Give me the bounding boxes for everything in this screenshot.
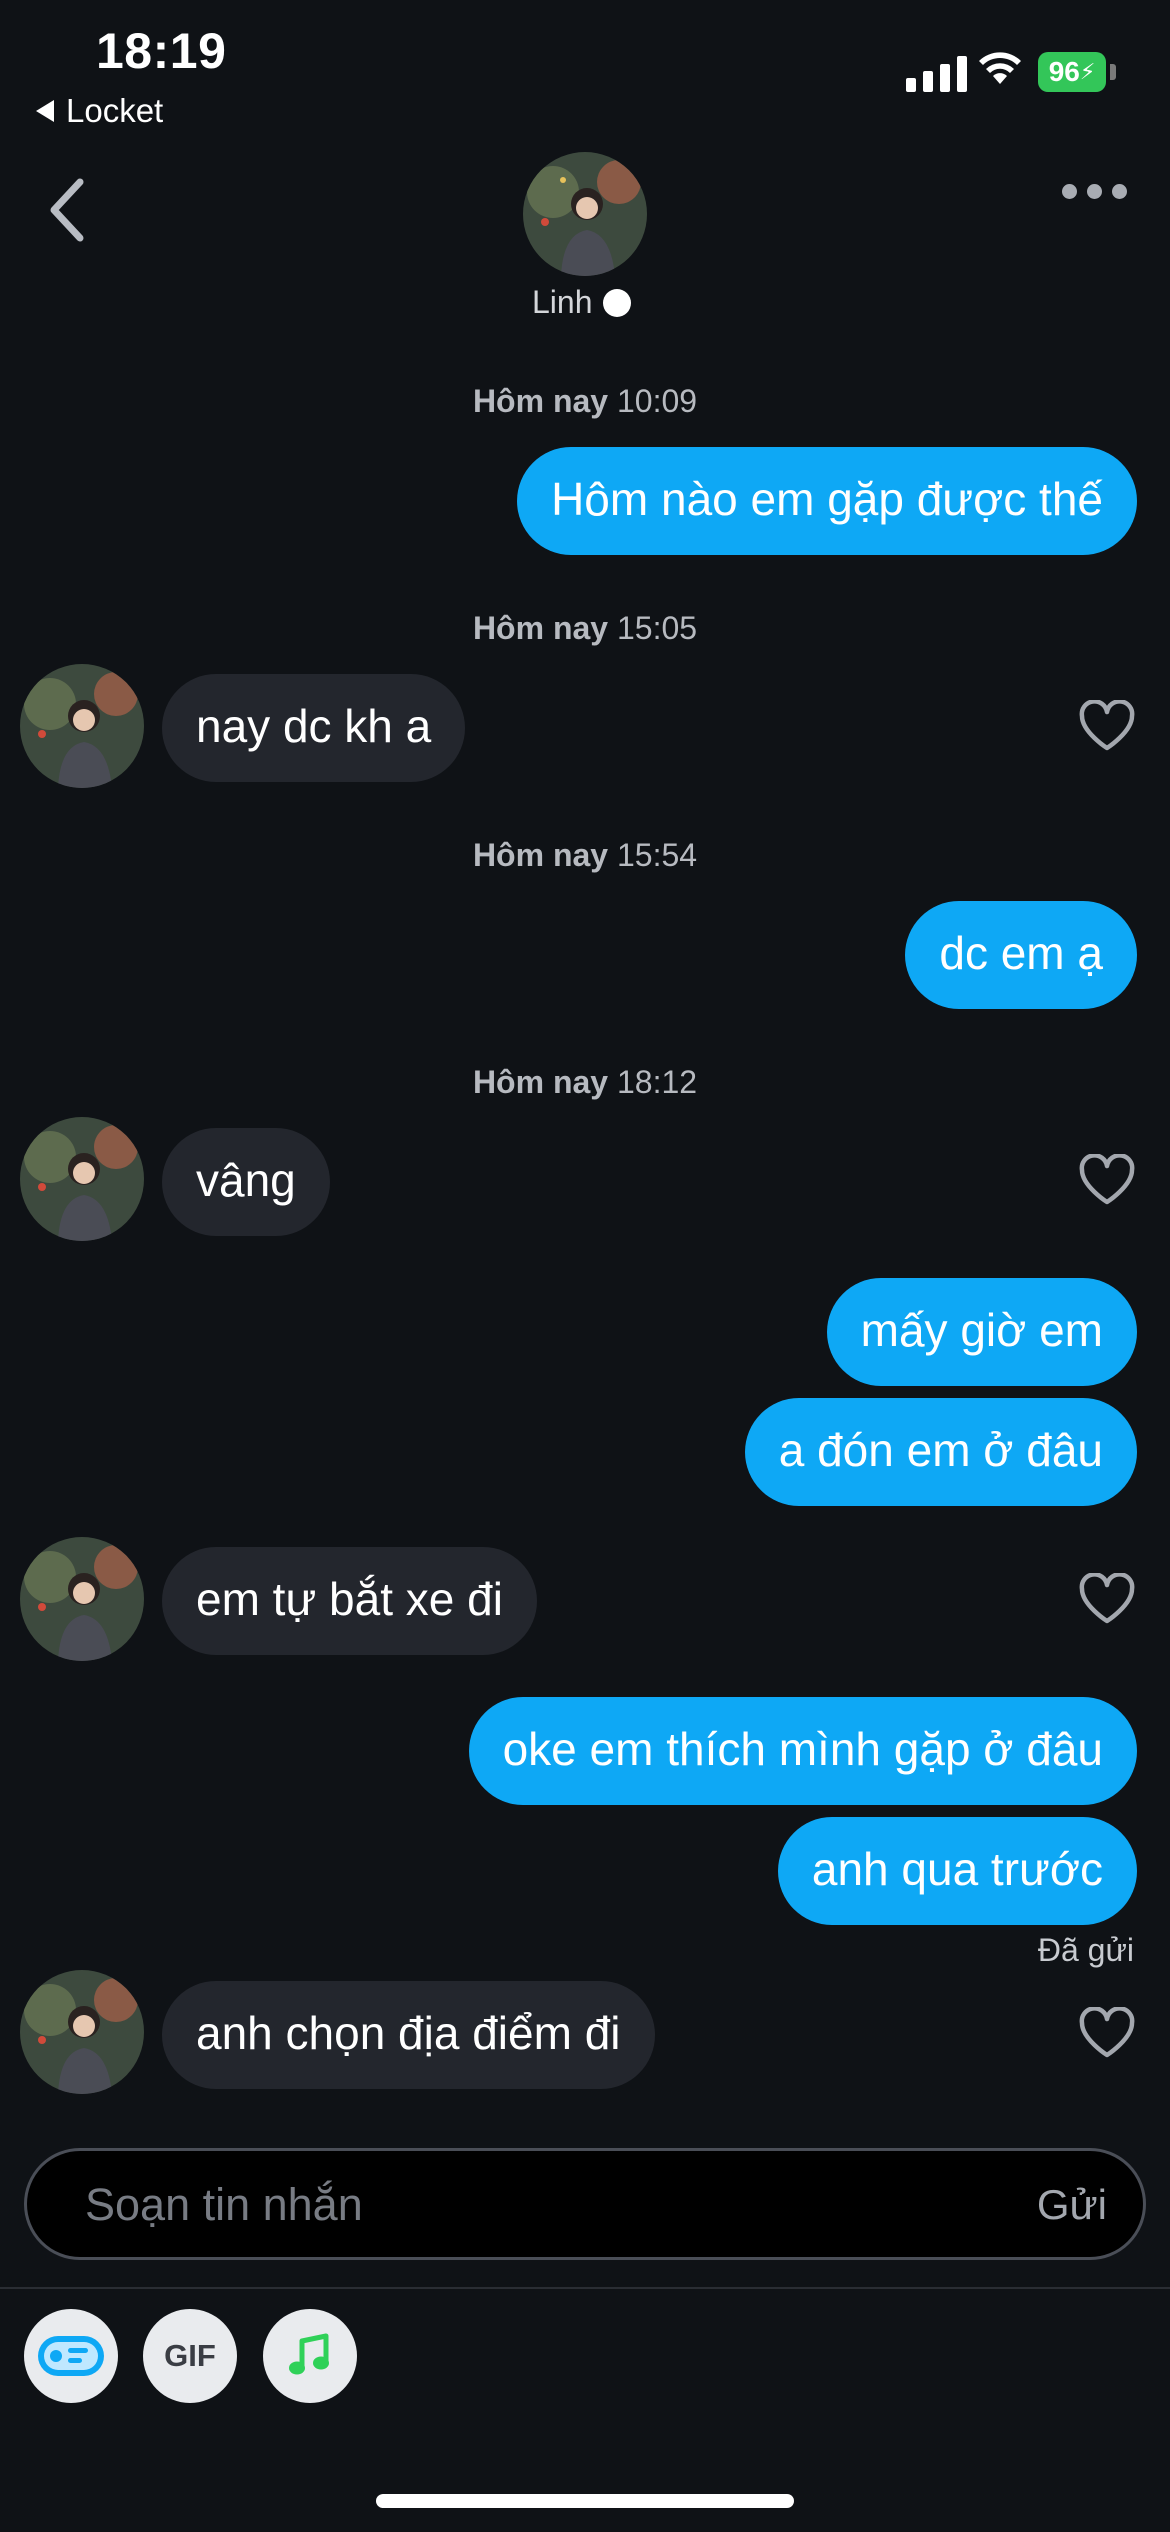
delivery-status: Đã gửi (1037, 1932, 1134, 1968)
cellular-signal-icon (906, 52, 967, 92)
message-composer: Gửi (24, 2148, 1146, 2260)
message-input[interactable] (83, 2151, 987, 2259)
sender-avatar[interactable] (20, 1970, 144, 2094)
heart-react-icon[interactable] (1078, 1573, 1136, 1625)
online-status-icon (602, 288, 631, 317)
toolbar-divider (0, 2287, 1170, 2289)
contact-name-label: Linh (532, 284, 593, 320)
sent-message-bubble[interactable]: oke em thích mình gặp ở đâu (468, 1697, 1137, 1805)
battery-level: 96 (1048, 56, 1080, 87)
timestamp-divider: Hôm nay 15:54 (472, 837, 698, 873)
send-button[interactable]: Gửi (1037, 2181, 1107, 2229)
wifi-icon (979, 52, 1021, 84)
back-chevron-icon[interactable] (48, 178, 88, 242)
sent-message-bubble[interactable]: a đón em ở đâu (744, 1398, 1137, 1506)
gif-label: GIF (164, 2338, 216, 2373)
gif-button[interactable]: GIF (143, 2309, 237, 2403)
status-time: 18:19 (96, 23, 227, 79)
timestamp-divider: Hôm nay 10:09 (472, 383, 698, 419)
message-card-icon (38, 2336, 104, 2376)
sent-message-bubble[interactable]: Hôm nào em gặp được thế (517, 447, 1137, 555)
sticker-button[interactable] (24, 2309, 118, 2403)
battery-tip (1110, 64, 1116, 80)
sender-avatar[interactable] (20, 1537, 144, 1661)
back-triangle-icon (36, 100, 54, 122)
heart-react-icon[interactable] (1078, 2007, 1136, 2059)
contact-avatar[interactable] (523, 152, 647, 276)
timestamp-divider: Hôm nay 18:12 (472, 1064, 698, 1100)
heart-react-icon[interactable] (1078, 700, 1136, 752)
timestamp-divider: Hôm nay 15:05 (472, 610, 698, 646)
more-options-icon[interactable] (1062, 184, 1127, 199)
sent-message-bubble[interactable]: dc em ạ (905, 901, 1137, 1009)
received-message-bubble[interactable]: nay dc kh a (162, 674, 466, 782)
sent-message-bubble[interactable]: mấy giờ em (826, 1278, 1137, 1386)
music-button[interactable] (263, 2309, 357, 2403)
contact-name[interactable]: Linh (532, 284, 631, 321)
sender-avatar[interactable] (20, 1117, 144, 1241)
home-indicator (376, 2494, 794, 2508)
received-message-bubble[interactable]: em tự bắt xe đi (162, 1547, 537, 1655)
received-message-bubble[interactable]: vâng (162, 1128, 330, 1236)
back-to-app-link[interactable]: Locket (36, 92, 163, 130)
received-message-bubble[interactable]: anh chọn địa điểm đi (162, 1981, 655, 2089)
battery-icon: 96 ⚡ (1038, 52, 1106, 92)
back-app-label: Locket (66, 92, 164, 129)
heart-react-icon[interactable] (1078, 1154, 1136, 1206)
sent-message-bubble[interactable]: anh qua trước (777, 1817, 1137, 1925)
music-note-icon (289, 2333, 329, 2375)
sender-avatar[interactable] (20, 664, 144, 788)
